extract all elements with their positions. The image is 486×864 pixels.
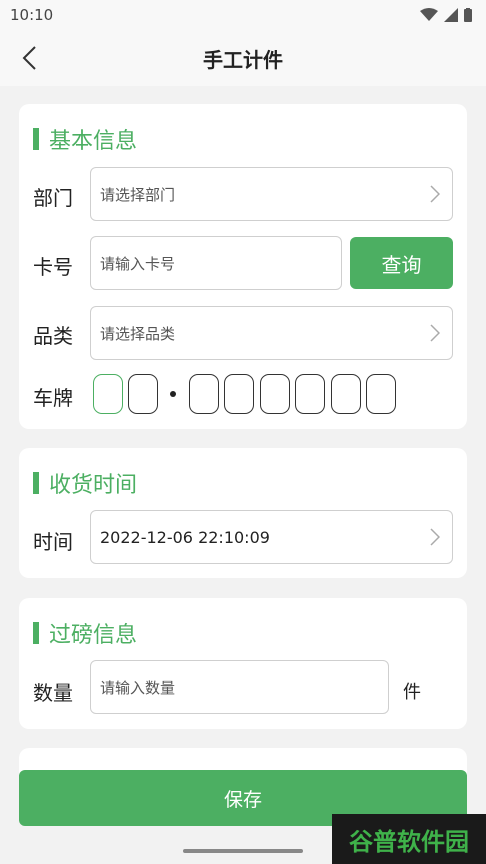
card-placeholder: 请输入卡号 [100,254,176,273]
home-indicator [183,849,303,853]
chevron-right-icon [430,528,440,546]
category-label: 品类 [33,324,73,348]
section-marker [33,128,39,150]
weigh-info-title: 过磅信息 [49,623,138,648]
basic-info-title: 基本信息 [49,129,138,154]
nav-bar: 手工计件 [0,30,486,86]
chevron-right-icon [430,324,440,342]
section-marker [33,472,39,494]
plate-box[interactable] [331,374,361,414]
card-number-input[interactable]: 请输入卡号 [90,236,342,290]
receive-time-header: 收货时间 [33,467,137,499]
plate-box[interactable] [260,374,290,414]
receive-time-title: 收货时间 [49,473,138,498]
status-icons [420,8,472,22]
weigh-info-card: 过磅信息 数量 请输入数量 件 [19,598,467,729]
plate-separator-dot [170,391,176,397]
qty-input[interactable]: 请输入数量 [90,660,389,714]
weigh-info-header: 过磅信息 [33,617,137,649]
plate-input[interactable] [93,374,403,414]
category-placeholder: 请选择品类 [100,324,176,343]
section-marker [33,622,39,644]
qty-unit: 件 [403,682,421,703]
cell-signal-icon [444,8,458,22]
qty-label: 数量 [33,681,73,705]
plate-box[interactable] [295,374,325,414]
plate-box[interactable] [224,374,254,414]
receive-time-card: 收货时间 时间 2022-12-06 22:10:09 [19,448,467,578]
plate-box[interactable] [366,374,396,414]
plate-label: 车牌 [33,386,73,410]
chevron-right-icon [430,185,440,203]
basic-info-card: 基本信息 部门 请选择部门 卡号 请输入卡号 查询 品类 请选择品类 车牌 [19,104,467,429]
plate-box[interactable] [93,374,123,414]
status-bar: 10:10 [0,0,486,30]
watermark-logo: 谷普软件园 [332,814,486,864]
query-button[interactable]: 查询 [350,237,453,289]
time-value: 2022-12-06 22:10:09 [100,527,270,547]
basic-info-header: 基本信息 [33,123,137,155]
qty-placeholder: 请输入数量 [100,678,176,697]
time-picker[interactable]: 2022-12-06 22:10:09 [90,510,453,564]
back-arrow-icon[interactable] [18,44,42,72]
battery-icon [464,8,472,22]
card-label: 卡号 [33,255,73,279]
time-label: 时间 [33,530,73,554]
status-time: 10:10 [10,6,54,24]
plate-box[interactable] [128,374,158,414]
wifi-icon [420,8,438,21]
dept-select[interactable]: 请选择部门 [90,167,453,221]
category-select[interactable]: 请选择品类 [90,306,453,360]
dept-label: 部门 [33,186,73,210]
plate-box[interactable] [189,374,219,414]
page-title: 手工计件 [203,47,283,72]
dept-placeholder: 请选择部门 [100,185,176,204]
